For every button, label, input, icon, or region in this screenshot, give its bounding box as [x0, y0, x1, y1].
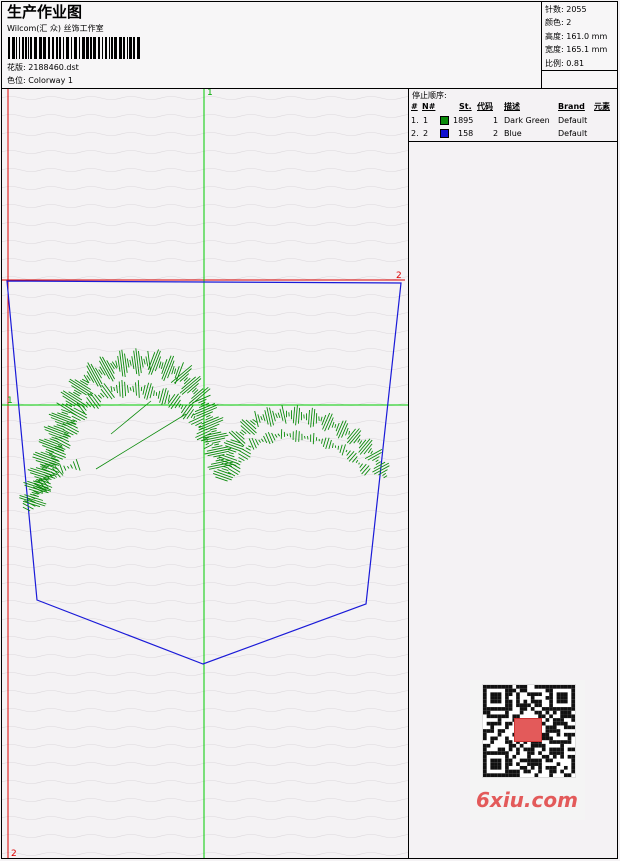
- page-border: [1, 1, 618, 859]
